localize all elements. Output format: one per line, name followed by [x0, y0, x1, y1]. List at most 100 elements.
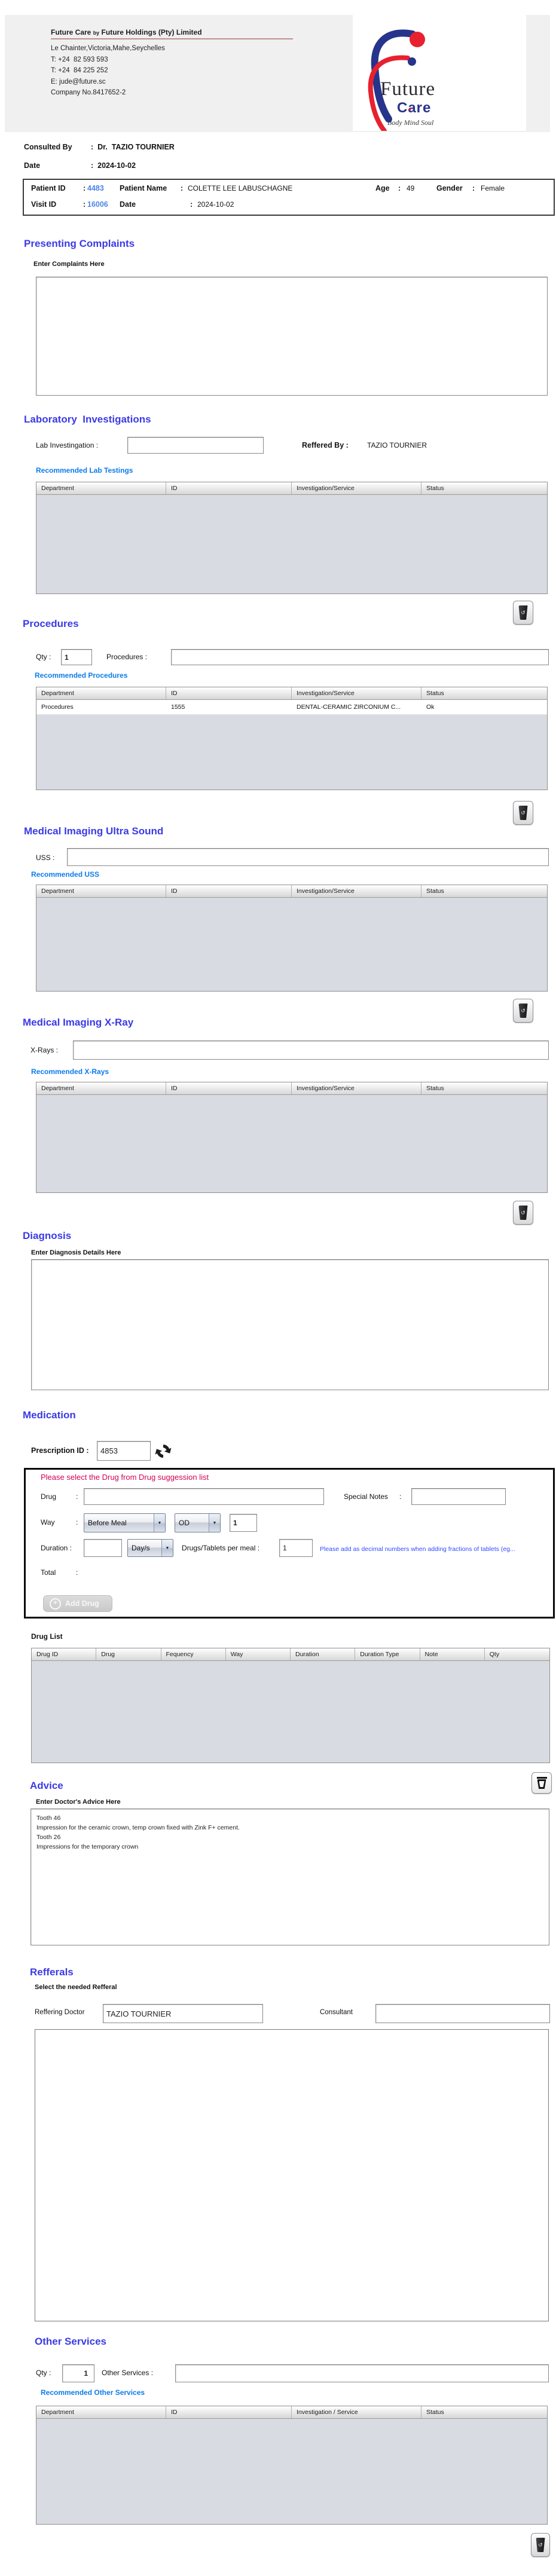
- company-info: Future Care by Future Holdings (Pty) Lim…: [51, 28, 293, 99]
- delete-other-button[interactable]: ↺: [531, 2533, 550, 2557]
- column-header[interactable]: Drug ID: [32, 1648, 97, 1660]
- other-services-label: Other Services :: [102, 2369, 154, 2377]
- per-meal-input[interactable]: [279, 1539, 313, 1557]
- column-header[interactable]: Investigation/Service: [292, 482, 421, 494]
- patient-name-label: Patient Name: [120, 184, 167, 192]
- duration-input[interactable]: [84, 1539, 122, 1557]
- drug-input[interactable]: [84, 1488, 324, 1505]
- duration-unit-select[interactable]: Day/s ▼: [127, 1539, 173, 1557]
- special-notes-input[interactable]: [411, 1488, 506, 1505]
- cell-status: Ok: [426, 703, 435, 711]
- consulting-doctor-name: Dr. TAZIO TOURNIER: [97, 143, 175, 151]
- column-header[interactable]: Department: [36, 885, 166, 897]
- per-meal-label: Drugs/Tablets per meal :: [182, 1544, 260, 1552]
- drug-list-body: [32, 1661, 549, 1763]
- column-header[interactable]: Duration: [291, 1648, 356, 1660]
- prescription-id-input[interactable]: [97, 1441, 151, 1461]
- xray-input[interactable]: [73, 1041, 549, 1060]
- colon: :: [399, 1492, 402, 1501]
- prescription-id-label: Prescription ID :: [31, 1446, 89, 1455]
- cell-department: Procedures: [41, 703, 74, 711]
- recommended-lab-link[interactable]: Recommended Lab Testings: [36, 466, 133, 475]
- column-header[interactable]: Department: [36, 1082, 166, 1094]
- column-header[interactable]: ID: [166, 482, 292, 494]
- duration-unit-value: Day/s: [132, 1544, 150, 1552]
- meal-timing-select[interactable]: Before Meal ▼: [84, 1513, 166, 1532]
- lab-investigation-input[interactable]: [127, 437, 264, 454]
- visit-date-value: 2024-10-02: [197, 200, 234, 209]
- other-qty-input[interactable]: [62, 2364, 94, 2382]
- lab-table-header: Department ID Investigation/Service Stat…: [36, 482, 547, 495]
- delete-lab-button[interactable]: ↺: [513, 601, 533, 625]
- column-header[interactable]: Department: [36, 687, 166, 699]
- drug-label: Drug: [41, 1492, 57, 1501]
- reffering-doctor-input[interactable]: [103, 2004, 263, 2023]
- xray-table-header: Department ID Investigation/Service Stat…: [36, 1082, 547, 1095]
- column-header[interactable]: Status: [421, 885, 547, 897]
- recommended-uss-link[interactable]: Recommended USS: [31, 870, 99, 879]
- delete-xray-button[interactable]: ↺: [513, 1201, 533, 1225]
- times-per-day-input[interactable]: [230, 1514, 257, 1532]
- column-header[interactable]: Investigation/Service: [292, 687, 421, 699]
- diagnosis-textarea[interactable]: [31, 1259, 549, 1390]
- cell-id: 1555: [171, 703, 185, 711]
- column-header[interactable]: Investigation/Service: [292, 885, 421, 897]
- drug-list-header: Drug ID Drug Fequency Way Duration Durat…: [32, 1648, 549, 1661]
- column-header[interactable]: Note: [420, 1648, 485, 1660]
- column-header[interactable]: Way: [226, 1648, 291, 1660]
- column-header[interactable]: ID: [166, 885, 292, 897]
- delete-uss-button[interactable]: ↺: [513, 999, 533, 1023]
- column-header[interactable]: Investigation / Service: [292, 2406, 421, 2418]
- reffering-doctor-label: Reffering Doctor: [35, 2009, 85, 2016]
- uss-input[interactable]: [67, 848, 549, 866]
- recommended-other-link[interactable]: Recommended Other Services: [41, 2388, 145, 2397]
- complaints-textarea[interactable]: [36, 277, 548, 396]
- column-header[interactable]: ID: [166, 687, 292, 699]
- column-header[interactable]: Qty: [485, 1648, 549, 1660]
- procedures-input[interactable]: [171, 649, 549, 665]
- consultant-input[interactable]: [375, 2004, 550, 2023]
- delete-advice-button[interactable]: [531, 1772, 552, 1794]
- column-header[interactable]: Fequency: [161, 1648, 226, 1660]
- refferal-list-box[interactable]: [35, 2029, 549, 2321]
- trash-icon: [536, 1777, 547, 1789]
- company-name: Future Care by Future Holdings (Pty) Lim…: [51, 28, 202, 36]
- lab-table: Department ID Investigation/Service Stat…: [36, 482, 548, 594]
- recommended-xray-link[interactable]: Recommended X-Rays: [31, 1067, 109, 1076]
- column-header[interactable]: Investigation/Service: [292, 1082, 421, 1094]
- column-header[interactable]: Drug: [96, 1648, 161, 1660]
- company-phone-2: T: +24 84 225 252: [51, 67, 108, 74]
- column-header[interactable]: ID: [166, 1082, 292, 1094]
- recommended-procedures-link[interactable]: Recommended Procedures: [35, 671, 127, 680]
- column-header[interactable]: Department: [36, 482, 166, 494]
- table-row[interactable]: Procedures 1555 DENTAL-CERAMIC ZIRCONIUM…: [36, 700, 547, 715]
- uss-table-body: [36, 898, 547, 991]
- colon: :: [190, 200, 193, 209]
- chevron-down-icon: ▼: [154, 1514, 165, 1532]
- refresh-prescription-button[interactable]: [153, 1441, 173, 1461]
- procedures-label: Procedures :: [106, 653, 148, 661]
- delete-procedures-button[interactable]: ↺: [513, 801, 533, 825]
- column-header[interactable]: Status: [421, 482, 547, 494]
- procedures-table: Department ID Investigation/Service Stat…: [36, 687, 548, 790]
- colon: :: [76, 1492, 78, 1501]
- column-header[interactable]: Department: [36, 2406, 166, 2418]
- column-header[interactable]: Status: [421, 687, 547, 699]
- colon: :: [76, 1518, 78, 1526]
- procedures-qty-input[interactable]: [61, 649, 92, 665]
- trash-icon: ↺: [536, 2538, 545, 2552]
- other-services-input[interactable]: [175, 2364, 549, 2382]
- column-header[interactable]: Status: [421, 1082, 547, 1094]
- visit-id-value: 16006: [87, 200, 108, 209]
- column-header[interactable]: Status: [421, 2406, 547, 2418]
- company-phone-1: T: +24 82 593 593: [51, 56, 108, 63]
- frequency-select[interactable]: OD ▼: [175, 1513, 221, 1532]
- column-header[interactable]: Duration Type: [355, 1648, 420, 1660]
- section-title-ultrasound: Medical Imaging Ultra Sound: [24, 825, 164, 837]
- logo-word-care: Care: [397, 100, 432, 116]
- add-drug-button[interactable]: + Add Drug: [43, 1595, 112, 1612]
- column-header[interactable]: ID: [166, 2406, 292, 2418]
- age-value: 49: [407, 184, 415, 192]
- other-services-table: Department ID Investigation / Service St…: [36, 2406, 548, 2525]
- advice-textarea[interactable]: Tooth 46 Impression for the ceramic crow…: [30, 1809, 549, 1945]
